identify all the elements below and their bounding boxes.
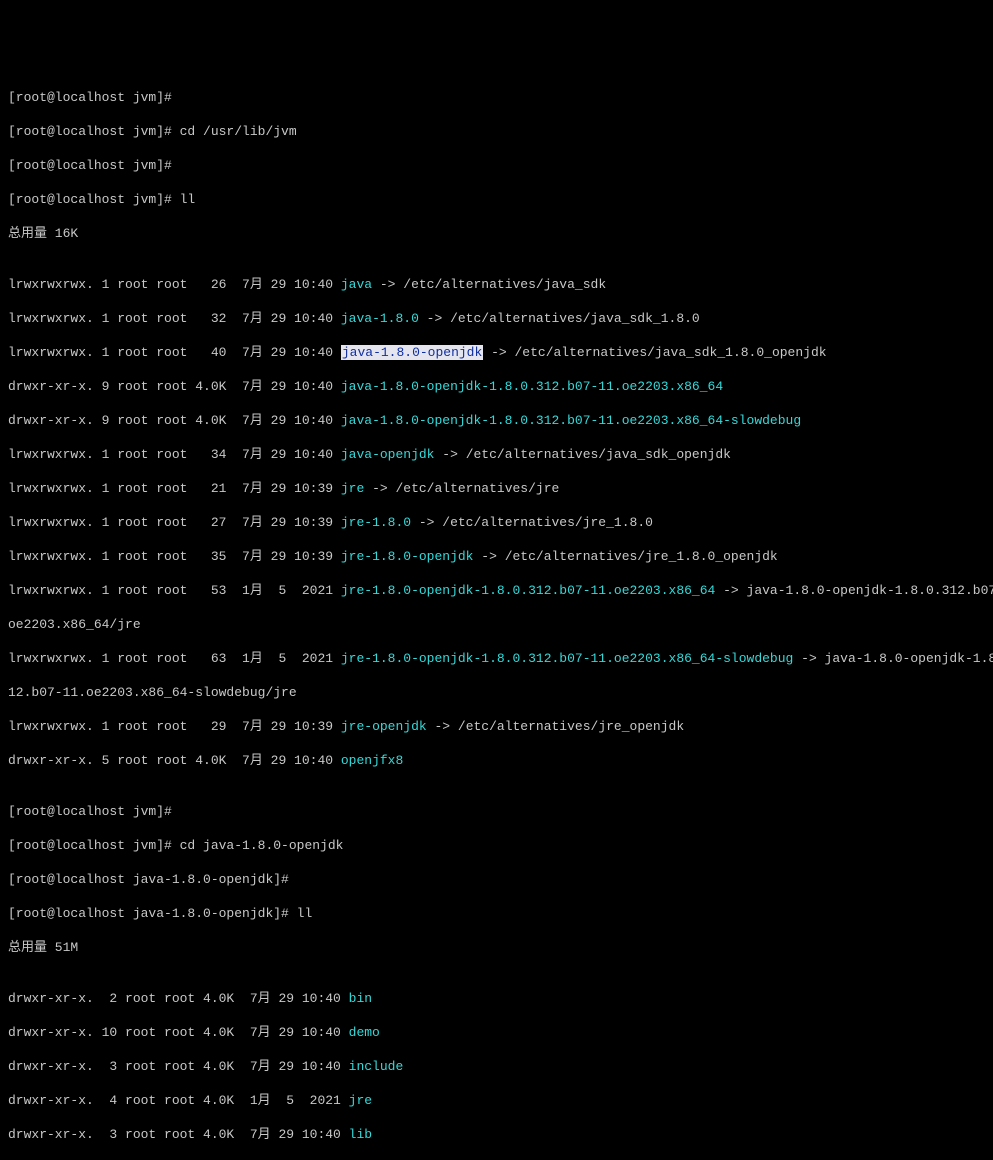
total-line: 总用量 16K: [8, 225, 985, 242]
shell-prompt: [root@localhost jvm]#: [8, 158, 172, 173]
dir-name: jre: [349, 1093, 372, 1108]
symlink-name: java-openjdk: [341, 447, 435, 462]
ls-row: lrwxrwxrwx. 1 root root 53 1月 5 2021 jre…: [8, 582, 985, 599]
wrap-line: 12.b07-11.oe2203.x86_64-slowdebug/jre: [8, 684, 985, 701]
file-meta: lrwxrwxrwx. 1 root root 34 7月 29 10:40: [8, 447, 341, 462]
file-meta: drwxr-xr-x. 3 root root 4.0K 7月 29 10:40: [8, 1127, 349, 1142]
prompt-line: [root@localhost java-1.8.0-openjdk]#: [8, 871, 985, 888]
total-line: 总用量 51M: [8, 939, 985, 956]
shell-prompt: [root@localhost jvm]#: [8, 124, 172, 139]
wrap-line: oe2203.x86_64/jre: [8, 616, 985, 633]
link-target: -> /etc/alternatives/jre_1.8.0_openjdk: [473, 549, 777, 564]
dir-name: include: [349, 1059, 404, 1074]
symlink-name: jre-1.8.0-openjdk: [341, 549, 474, 564]
prompt-line: [root@localhost jvm]#: [8, 803, 985, 820]
file-meta: drwxr-xr-x. 9 root root 4.0K 7月 29 10:40: [8, 379, 341, 394]
command-text: ll: [172, 192, 195, 207]
file-meta: lrwxrwxrwx. 1 root root 32 7月 29 10:40: [8, 311, 341, 326]
file-meta: drwxr-xr-x. 2 root root 4.0K 7月 29 10:40: [8, 991, 349, 1006]
file-meta: lrwxrwxrwx. 1 root root 53 1月 5 2021: [8, 583, 341, 598]
command-text: cd java-1.8.0-openjdk: [172, 838, 344, 853]
file-meta: lrwxrwxrwx. 1 root root 21 7月 29 10:39: [8, 481, 341, 496]
link-target: -> /etc/alternatives/java_sdk: [372, 277, 606, 292]
prompt-line: [root@localhost java-1.8.0-openjdk]# ll: [8, 905, 985, 922]
prompt-line: [root@localhost jvm]#: [8, 157, 985, 174]
file-meta: lrwxrwxrwx. 1 root root 35 7月 29 10:39: [8, 549, 341, 564]
file-meta: drwxr-xr-x. 10 root root 4.0K 7月 29 10:4…: [8, 1025, 349, 1040]
symlink-name: jre: [341, 481, 364, 496]
ls-row: drwxr-xr-x. 4 root root 4.0K 1月 5 2021 j…: [8, 1092, 985, 1109]
ls-row: lrwxrwxrwx. 1 root root 26 7月 29 10:40 j…: [8, 276, 985, 293]
symlink-name: java: [341, 277, 372, 292]
file-meta: lrwxrwxrwx. 1 root root 26 7月 29 10:40: [8, 277, 341, 292]
ls-row: lrwxrwxrwx. 1 root root 29 7月 29 10:39 j…: [8, 718, 985, 735]
link-target: -> /etc/alternatives/jre_1.8.0: [411, 515, 653, 530]
command-text: cd /usr/lib/jvm: [172, 124, 297, 139]
dir-name: lib: [349, 1127, 372, 1142]
prompt-line: [root@localhost jvm]#: [8, 89, 985, 106]
ls-row: drwxr-xr-x. 9 root root 4.0K 7月 29 10:40…: [8, 412, 985, 429]
shell-prompt: [root@localhost java-1.8.0-openjdk]#: [8, 872, 289, 887]
file-meta: lrwxrwxrwx. 1 root root 29 7月 29 10:39: [8, 719, 341, 734]
ls-row: drwxr-xr-x. 2 root root 4.0K 7月 29 10:40…: [8, 990, 985, 1007]
prompt-line: [root@localhost jvm]# cd /usr/lib/jvm: [8, 123, 985, 140]
link-target: -> java-1.8.0-openjdk-1.8.0.3: [793, 651, 993, 666]
link-target: -> /etc/alternatives/java_sdk_1.8.0_open…: [483, 345, 826, 360]
prompt-line: [root@localhost jvm]# cd java-1.8.0-open…: [8, 837, 985, 854]
file-meta: lrwxrwxrwx. 1 root root 40 7月 29 10:40: [8, 345, 341, 360]
symlink-name-highlighted: java-1.8.0-openjdk: [341, 345, 483, 360]
ls-row: lrwxrwxrwx. 1 root root 32 7月 29 10:40 j…: [8, 310, 985, 327]
shell-prompt: [root@localhost jvm]#: [8, 804, 172, 819]
symlink-name: jre-1.8.0-openjdk-1.8.0.312.b07-11.oe220…: [341, 651, 793, 666]
ls-row: lrwxrwxrwx. 1 root root 35 7月 29 10:39 j…: [8, 548, 985, 565]
file-meta: drwxr-xr-x. 4 root root 4.0K 1月 5 2021: [8, 1093, 349, 1108]
command-text: ll: [289, 906, 312, 921]
ls-row: drwxr-xr-x. 3 root root 4.0K 7月 29 10:40…: [8, 1126, 985, 1143]
file-meta: drwxr-xr-x. 3 root root 4.0K 7月 29 10:40: [8, 1059, 349, 1074]
link-target: -> /etc/alternatives/java_sdk_1.8.0: [419, 311, 700, 326]
ls-row: lrwxrwxrwx. 1 root root 34 7月 29 10:40 j…: [8, 446, 985, 463]
file-meta: drwxr-xr-x. 5 root root 4.0K 7月 29 10:40: [8, 753, 341, 768]
ls-row: lrwxrwxrwx. 1 root root 63 1月 5 2021 jre…: [8, 650, 985, 667]
shell-prompt: [root@localhost java-1.8.0-openjdk]#: [8, 906, 289, 921]
terminal-output[interactable]: [root@localhost jvm]# [root@localhost jv…: [8, 72, 985, 1160]
file-meta: lrwxrwxrwx. 1 root root 63 1月 5 2021: [8, 651, 341, 666]
dir-name: java-1.8.0-openjdk-1.8.0.312.b07-11.oe22…: [341, 379, 723, 394]
link-target: -> java-1.8.0-openjdk-1.8.0.312.b07-11.: [715, 583, 993, 598]
dir-name: openjfx8: [341, 753, 403, 768]
dir-name: java-1.8.0-openjdk-1.8.0.312.b07-11.oe22…: [341, 413, 801, 428]
ls-row: drwxr-xr-x. 3 root root 4.0K 7月 29 10:40…: [8, 1058, 985, 1075]
prompt-line: [root@localhost jvm]# ll: [8, 191, 985, 208]
ls-row: drwxr-xr-x. 10 root root 4.0K 7月 29 10:4…: [8, 1024, 985, 1041]
shell-prompt: [root@localhost jvm]#: [8, 192, 172, 207]
shell-prompt: [root@localhost jvm]#: [8, 838, 172, 853]
link-target: -> /etc/alternatives/jre: [364, 481, 559, 496]
file-meta: lrwxrwxrwx. 1 root root 27 7月 29 10:39: [8, 515, 341, 530]
dir-name: demo: [349, 1025, 380, 1040]
link-target: -> /etc/alternatives/java_sdk_openjdk: [434, 447, 730, 462]
ls-row: lrwxrwxrwx. 1 root root 21 7月 29 10:39 j…: [8, 480, 985, 497]
file-meta: drwxr-xr-x. 9 root root 4.0K 7月 29 10:40: [8, 413, 341, 428]
ls-row: drwxr-xr-x. 9 root root 4.0K 7月 29 10:40…: [8, 378, 985, 395]
ls-row: lrwxrwxrwx. 1 root root 27 7月 29 10:39 j…: [8, 514, 985, 531]
ls-row: lrwxrwxrwx. 1 root root 40 7月 29 10:40 j…: [8, 344, 985, 361]
dir-name: bin: [349, 991, 372, 1006]
symlink-name: jre-openjdk: [341, 719, 427, 734]
link-target: -> /etc/alternatives/jre_openjdk: [427, 719, 684, 734]
symlink-name: jre-1.8.0-openjdk-1.8.0.312.b07-11.oe220…: [341, 583, 715, 598]
symlink-name: java-1.8.0: [341, 311, 419, 326]
symlink-name: jre-1.8.0: [341, 515, 411, 530]
ls-row: drwxr-xr-x. 5 root root 4.0K 7月 29 10:40…: [8, 752, 985, 769]
shell-prompt: [root@localhost jvm]#: [8, 90, 172, 105]
